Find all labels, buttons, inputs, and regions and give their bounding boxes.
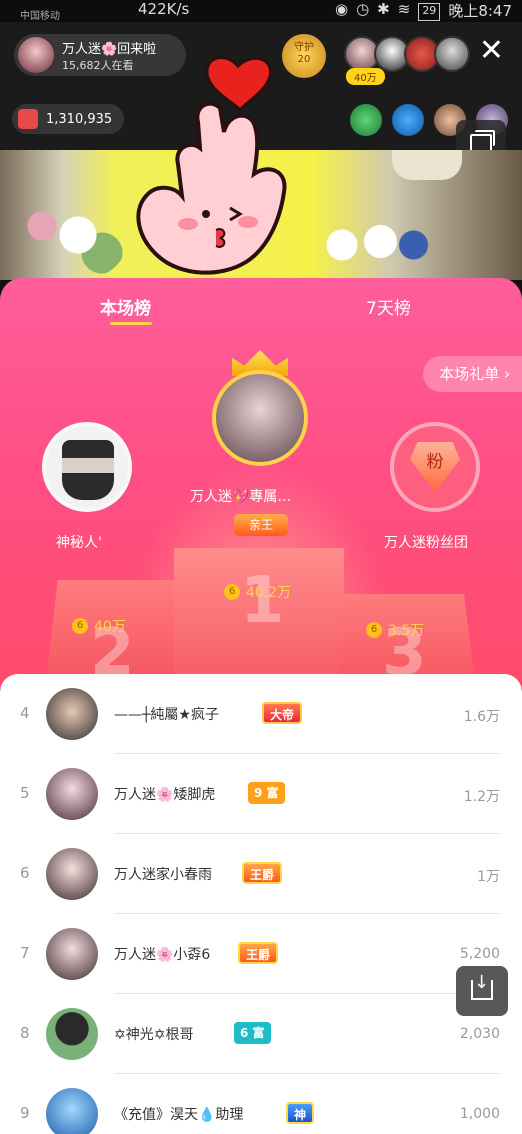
mystery-person-icon <box>62 440 114 500</box>
tab-seven-days[interactable]: 7天榜 <box>366 294 411 319</box>
fan-amount-badge: 40万 <box>346 68 385 85</box>
rank-number: 8 <box>20 1024 30 1042</box>
flowers-decoration <box>6 190 126 280</box>
download-button[interactable] <box>456 966 508 1016</box>
score-value: 40.2万 <box>246 585 292 601</box>
ranking-panel: 本场榜 7天榜 本场礼单 › 粉 神秘人' 万人迷💖專属… 亲王 万人迷粉丝团 … <box>0 278 522 688</box>
coin-value: 1,310,935 <box>46 111 113 127</box>
flowers-decoration <box>320 210 430 280</box>
user-name: 万人迷🌸矮脚虎 <box>114 787 216 803</box>
rank-number: 6 <box>20 864 30 882</box>
rank-3-name: 万人迷粉丝团 <box>384 535 468 551</box>
list-item[interactable]: 4 ——┼純屬★疯子 大帝 1.6万 <box>0 674 522 754</box>
list-item[interactable]: 5 万人迷🌸矮脚虎 9 富 1.2万 <box>0 754 522 834</box>
fan-avatar[interactable] <box>434 36 470 72</box>
red-envelope-icon <box>18 109 38 129</box>
user-avatar[interactable] <box>46 1008 98 1060</box>
battery-indicator: 29 <box>418 3 441 21</box>
user-name: ✡神光✡根哥 <box>114 1027 194 1043</box>
rank-2-score: 6 40万 <box>72 616 126 636</box>
contribution-value: 1,000 <box>459 1106 500 1122</box>
carrier-label: 中国移动 <box>20 11 60 22</box>
gift-bag-icon[interactable] <box>350 104 382 136</box>
user-name: 《充值》淏天💧助理 <box>114 1107 244 1123</box>
gift-list-label: 本场礼单 <box>439 365 500 383</box>
coin-icon: 6 <box>366 622 382 638</box>
score-value: 40万 <box>94 619 126 635</box>
user-avatar[interactable] <box>46 928 98 980</box>
clock: 晚上8:47 <box>448 2 512 20</box>
bluetooth-icon: ✱ <box>377 0 390 18</box>
podium-first: 1 <box>174 548 344 688</box>
rank-2-avatar[interactable] <box>42 422 132 512</box>
rank-1-name: 万人迷💖專属… <box>190 489 292 505</box>
list-item[interactable]: 9 《充值》淏天💧助理 神 1,000 <box>0 1074 522 1134</box>
contribution-value: 1.2万 <box>463 789 500 805</box>
rank-3-score: 6 3.5万 <box>366 620 424 640</box>
host-avatar[interactable] <box>18 37 54 73</box>
status-bar: 中国移动 422K/s ◉ ◷ ✱ ≋ 29 晚上8:47 <box>0 0 522 22</box>
user-avatar[interactable] <box>46 768 98 820</box>
rank-1-score: 6 40.2万 <box>224 582 291 602</box>
rank-2-name: 神秘人' <box>56 535 102 551</box>
user-avatar[interactable] <box>46 688 98 740</box>
fan-gem-icon: 粉 <box>410 442 460 492</box>
finger-heart-sticker <box>136 56 287 275</box>
user-name: ——┼純屬★疯子 <box>114 707 219 723</box>
coin-icon: 6 <box>224 584 240 600</box>
gift-list-button[interactable]: 本场礼单 › <box>423 356 522 392</box>
user-avatar[interactable] <box>46 848 98 900</box>
contribution-value: 5,200 <box>459 946 500 962</box>
list-item[interactable]: 8 ✡神光✡根哥 6 富 2,030 <box>0 994 522 1074</box>
status-right: ◉ ◷ ✱ ≋ 29 晚上8:47 <box>335 0 512 21</box>
top-fans-avatars[interactable] <box>344 36 470 72</box>
coin-balance[interactable]: 1,310,935 <box>12 104 125 134</box>
eye-icon: ◉ <box>334 0 349 18</box>
close-button[interactable]: ✕ <box>479 36 504 66</box>
contribution-value: 2,030 <box>459 1026 500 1042</box>
duke-badge: 王爵 <box>238 942 279 964</box>
active-tab-underline <box>110 322 152 325</box>
alarm-icon: ◷ <box>356 0 370 18</box>
lamp-decoration <box>392 150 462 180</box>
earth-gift-icon[interactable] <box>392 104 424 136</box>
contribution-value: 1万 <box>477 869 500 885</box>
wealth-badge: 9 富 <box>248 782 285 804</box>
rank-number: 5 <box>20 784 30 802</box>
rank-number: 7 <box>20 944 30 962</box>
list-item[interactable]: 7 万人迷🌸小孬6 王爵 5,200 <box>0 914 522 994</box>
score-value: 3.5万 <box>388 623 425 639</box>
rank-3-avatar[interactable]: 粉 <box>390 422 480 512</box>
god-badge: 神 <box>286 1102 315 1124</box>
user-name: 万人迷🌸小孬6 <box>114 947 211 963</box>
contribution-value: 1.6万 <box>463 709 500 725</box>
coin-icon: 6 <box>72 618 88 634</box>
viewer-count: 15,682人在看 <box>62 59 134 72</box>
wealth-badge: 6 富 <box>234 1022 271 1044</box>
ranking-list: 4 ——┼純屬★疯子 大帝 1.6万 5 万人迷🌸矮脚虎 9 富 1.2万 6 … <box>0 674 522 1134</box>
list-item[interactable]: 6 万人迷家小春雨 王爵 1万 <box>0 834 522 914</box>
duke-badge: 王爵 <box>242 862 283 884</box>
user-name: 万人迷家小春雨 <box>114 867 212 883</box>
network-speed: 422K/s <box>138 0 190 18</box>
rank-number: 9 <box>20 1104 30 1122</box>
emperor-badge: 大帝 <box>262 702 303 724</box>
rank-number: 4 <box>20 704 30 722</box>
wifi-icon: ≋ <box>397 0 411 18</box>
prince-badge: 亲王 <box>234 514 288 536</box>
user-avatar[interactable] <box>46 1088 98 1134</box>
rank-1-avatar[interactable] <box>212 370 308 466</box>
